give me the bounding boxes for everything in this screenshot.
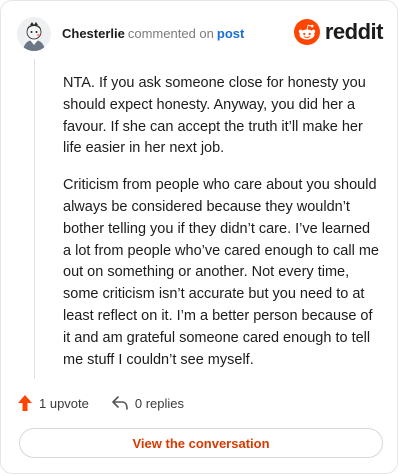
reddit-brand[interactable]: reddit <box>293 19 384 45</box>
reddit-logo-icon <box>293 19 320 45</box>
brand-name: reddit <box>324 19 384 44</box>
comment-actions: 1 upvote 0 replies <box>17 394 184 412</box>
user-avatar-icon[interactable] <box>17 17 51 51</box>
comment-header: Chesterlie commented on post reddit <box>17 17 384 53</box>
upvote-arrow-icon <box>18 395 32 411</box>
reply-arrow-icon <box>112 396 128 410</box>
reply-count: 0 replies <box>134 395 185 411</box>
action-text: commented on <box>127 26 214 41</box>
upvote-count: 1 upvote <box>39 395 89 411</box>
comment-body: NTA. If you ask someone close for honest… <box>63 73 381 386</box>
reply-button[interactable]: 0 replies <box>111 395 184 411</box>
comment-embed-card: Chesterlie commented on post reddit NTA. I… <box>0 0 398 474</box>
view-conversation-button[interactable]: View the conversation <box>19 428 383 458</box>
upvote-button[interactable]: 1 upvote <box>17 394 89 412</box>
comment-paragraph: Criticism from people who care about you… <box>63 177 379 368</box>
post-link[interactable]: post <box>217 26 244 41</box>
comment-meta: Chesterlie commented on post <box>62 26 244 42</box>
author-name[interactable]: Chesterlie <box>62 26 125 41</box>
thread-line <box>34 59 35 379</box>
comment-paragraph: NTA. If you ask someone close for honest… <box>63 75 366 157</box>
